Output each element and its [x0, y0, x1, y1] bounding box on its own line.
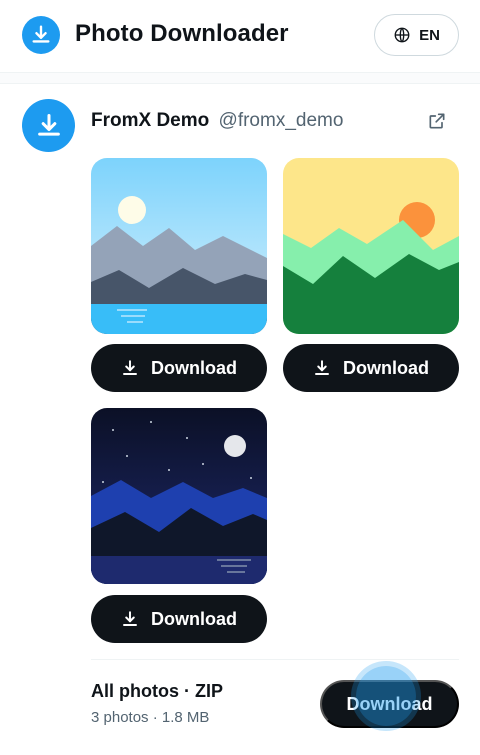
download-button-label: Download — [151, 608, 237, 629]
download-button-1[interactable]: Download — [91, 344, 267, 392]
download-zip-button[interactable]: Download — [320, 680, 459, 728]
download-button-label: Download — [343, 357, 429, 378]
user-handle: @fromx_demo — [218, 110, 344, 131]
zip-meta: 3 photos · 1.8 MB — [91, 709, 210, 726]
download-arrow-icon — [123, 611, 137, 626]
download-icon — [37, 113, 60, 136]
download-button-3[interactable]: Download — [91, 595, 267, 643]
avatar — [22, 99, 75, 152]
photo-thumbnail-2[interactable] — [283, 158, 459, 334]
download-arrow-icon — [315, 360, 329, 375]
download-logo-icon — [22, 16, 60, 54]
header-divider — [0, 72, 480, 84]
profile-name-line: FromX Demo @fromx_demo — [91, 110, 343, 132]
language-button[interactable]: EN — [374, 14, 459, 56]
section-divider — [91, 659, 459, 660]
download-button-2[interactable]: Download — [283, 344, 459, 392]
language-label: EN — [419, 26, 440, 44]
globe-icon — [394, 27, 410, 43]
download-zip-label: Download — [346, 693, 433, 714]
zip-title: All photos · ZIP — [91, 681, 223, 701]
app-title: Photo Downloader — [75, 20, 289, 47]
download-button-label: Download — [151, 357, 237, 378]
photo-thumbnail-3[interactable] — [91, 408, 267, 584]
download-arrow-icon — [123, 360, 137, 375]
app-header: Photo Downloader EN — [0, 0, 480, 72]
external-link-icon[interactable] — [424, 108, 450, 134]
photo-thumbnail-1[interactable] — [91, 158, 267, 334]
display-name: FromX Demo — [91, 110, 210, 131]
